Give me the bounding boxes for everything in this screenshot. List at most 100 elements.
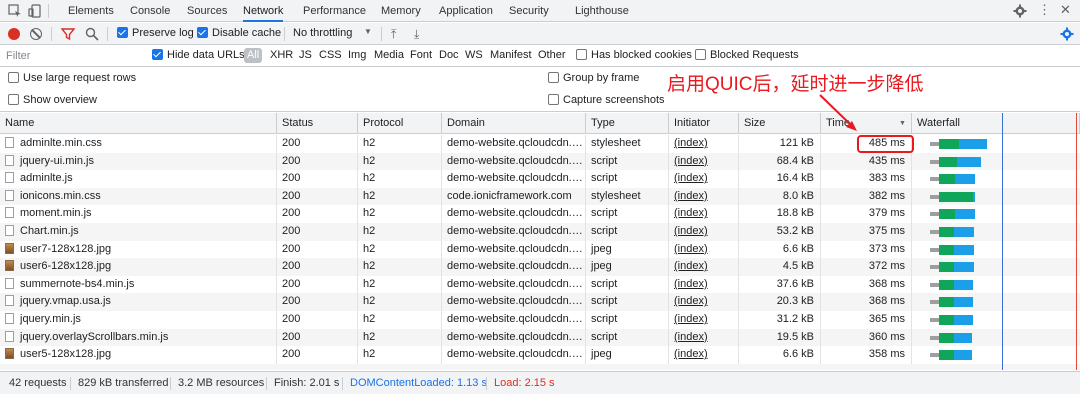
inspect-icon[interactable]: [8, 4, 22, 18]
cell-initiator[interactable]: (index): [669, 346, 739, 364]
filter-type-other[interactable]: Other: [538, 49, 566, 61]
cell-name[interactable]: moment.min.js: [0, 205, 277, 223]
cell-initiator[interactable]: (index): [669, 240, 739, 259]
filter-input[interactable]: [0, 47, 140, 65]
column-header-domain[interactable]: Domain: [442, 113, 586, 134]
group-by-frame-checkbox[interactable]: Group by frame: [548, 72, 639, 84]
hide-data-urls-checkbox[interactable]: Hide data URLs: [152, 49, 245, 61]
column-header-size[interactable]: Size: [739, 113, 821, 134]
filter-type-css[interactable]: CSS: [319, 49, 342, 61]
filter-type-ws[interactable]: WS: [465, 49, 483, 61]
gear-icon[interactable]: [1013, 4, 1027, 18]
filter-type-doc[interactable]: Doc: [439, 49, 459, 61]
cell-name[interactable]: jquery.overlayScrollbars.min.js: [0, 328, 277, 347]
tab-memory[interactable]: Memory: [381, 0, 421, 22]
checkbox-unchecked[interactable]: [548, 94, 559, 105]
device-toolbar-icon[interactable]: [28, 4, 42, 18]
cell-initiator[interactable]: (index): [669, 205, 739, 223]
cell-name[interactable]: ionicons.min.css: [0, 187, 277, 206]
cell-initiator[interactable]: (index): [669, 275, 739, 294]
download-icon[interactable]: ⤓: [414, 27, 419, 42]
upload-icon[interactable]: ⤒: [391, 27, 396, 42]
cell-name[interactable]: user7-128x128.jpg: [0, 240, 277, 259]
column-header-status[interactable]: Status: [277, 113, 358, 134]
checkbox-checked[interactable]: [117, 27, 128, 38]
column-header-waterfall[interactable]: Waterfall: [912, 113, 1080, 134]
table-row[interactable]: jquery-ui.min.js 200 h2 demo-website.qcloud…: [0, 152, 1080, 171]
cell-initiator[interactable]: (index): [669, 311, 739, 329]
column-header-protocol[interactable]: Protocol: [358, 113, 442, 134]
checkbox-checked[interactable]: [197, 27, 208, 38]
column-header-type[interactable]: Type: [586, 113, 669, 134]
large-rows-checkbox[interactable]: Use large request rows: [8, 72, 136, 84]
column-header-name[interactable]: Name: [0, 113, 277, 134]
preserve-log-checkbox[interactable]: Preserve log: [117, 27, 194, 39]
chevron-down-icon[interactable]: ▼: [364, 27, 372, 36]
filter-type-font[interactable]: Font: [410, 49, 432, 61]
table-row[interactable]: moment.min.js 200 h2 demo-website.qcloudcdn…: [0, 205, 1080, 223]
cell-initiator[interactable]: (index): [669, 170, 739, 188]
table-row[interactable]: user5-128x128.jpg 200 h2 demo-website.qclou…: [0, 346, 1080, 364]
cell-name[interactable]: adminlte.js: [0, 170, 277, 188]
cell-name[interactable]: summernote-bs4.min.js: [0, 275, 277, 294]
table-row[interactable]: jquery.min.js 200 h2 demo-website.qcloudcdn…: [0, 311, 1080, 329]
cell-initiator[interactable]: (index): [669, 223, 739, 241]
table-row[interactable]: jquery.overlayScrollbars.min.js 200 h2 demo…: [0, 328, 1080, 347]
column-header-initiator[interactable]: Initiator: [669, 113, 739, 134]
cell-name[interactable]: jquery.vmap.usa.js: [0, 293, 277, 311]
disable-cache-checkbox[interactable]: Disable cache: [197, 27, 281, 39]
throttling-select[interactable]: No throttling: [293, 27, 352, 39]
tab-sources[interactable]: Sources: [187, 0, 227, 22]
tab-performance[interactable]: Performance: [303, 0, 366, 22]
table-row[interactable]: user6-128x128.jpg 200 h2 demo-website.qclou…: [0, 258, 1080, 276]
table-row[interactable]: ionicons.min.css 200 h2 code.ionicframework…: [0, 187, 1080, 206]
tab-network[interactable]: Network: [243, 0, 284, 22]
filter-type-all[interactable]: All: [244, 48, 263, 63]
table-row[interactable]: summernote-bs4.min.js 200 h2 demo-website.q…: [0, 275, 1080, 294]
cell-initiator[interactable]: (index): [669, 293, 739, 311]
filter-type-img[interactable]: Img: [348, 49, 366, 61]
cell-name[interactable]: Chart.min.js: [0, 223, 277, 241]
cell-initiator[interactable]: (index): [669, 258, 739, 276]
kebab-menu-icon[interactable]: ⋮: [1038, 3, 1051, 17]
tab-console[interactable]: Console: [130, 0, 170, 22]
tab-lighthouse[interactable]: Lighthouse: [575, 0, 629, 22]
tab-application[interactable]: Application: [439, 0, 493, 22]
cell-initiator[interactable]: (index): [669, 135, 739, 153]
checkbox-unchecked[interactable]: [8, 72, 19, 83]
has-blocked-cookies-checkbox[interactable]: Has blocked cookies: [576, 49, 692, 61]
filter-type-media[interactable]: Media: [374, 49, 404, 61]
filter-type-manifest[interactable]: Manifest: [490, 49, 532, 61]
capture-screenshots-checkbox[interactable]: Capture screenshots: [548, 94, 665, 106]
blocked-requests-checkbox[interactable]: Blocked Requests: [695, 49, 799, 61]
filter-icon[interactable]: [61, 27, 75, 41]
checkbox-unchecked[interactable]: [548, 72, 559, 83]
table-row[interactable]: adminlte.js 200 h2 demo-website.qcloudcdn.c…: [0, 170, 1080, 188]
checkbox-checked[interactable]: [152, 49, 163, 60]
search-icon[interactable]: [85, 27, 99, 41]
checkbox-unchecked[interactable]: [576, 49, 587, 60]
table-row[interactable]: adminlte.min.css 200 h2 demo-website.qcloud…: [0, 135, 1080, 153]
show-overview-checkbox[interactable]: Show overview: [8, 94, 97, 106]
cell-initiator[interactable]: (index): [669, 152, 739, 171]
cell-initiator[interactable]: (index): [669, 187, 739, 206]
gear-icon[interactable]: [1060, 27, 1074, 41]
cell-name[interactable]: jquery-ui.min.js: [0, 152, 277, 171]
table-row[interactable]: jquery.vmap.usa.js 200 h2 demo-website.qclo…: [0, 293, 1080, 311]
cell-name[interactable]: jquery.min.js: [0, 311, 277, 329]
checkbox-unchecked[interactable]: [8, 94, 19, 105]
tab-elements[interactable]: Elements: [68, 0, 114, 22]
table-row[interactable]: user7-128x128.jpg 200 h2 demo-website.qclou…: [0, 240, 1080, 259]
tab-security[interactable]: Security: [509, 0, 549, 22]
cell-initiator[interactable]: (index): [669, 328, 739, 347]
cell-name[interactable]: user6-128x128.jpg: [0, 258, 277, 276]
checkbox-unchecked[interactable]: [695, 49, 706, 60]
filter-type-xhr[interactable]: XHR: [270, 49, 293, 61]
record-icon[interactable]: [8, 28, 20, 40]
table-row[interactable]: Chart.min.js 200 h2 demo-website.qcloudcdn.…: [0, 223, 1080, 241]
close-icon[interactable]: ✕: [1060, 3, 1071, 17]
cell-name[interactable]: adminlte.min.css: [0, 135, 277, 153]
cell-name[interactable]: user5-128x128.jpg: [0, 346, 277, 364]
clear-icon[interactable]: [30, 28, 42, 40]
filter-type-js[interactable]: JS: [299, 49, 312, 61]
